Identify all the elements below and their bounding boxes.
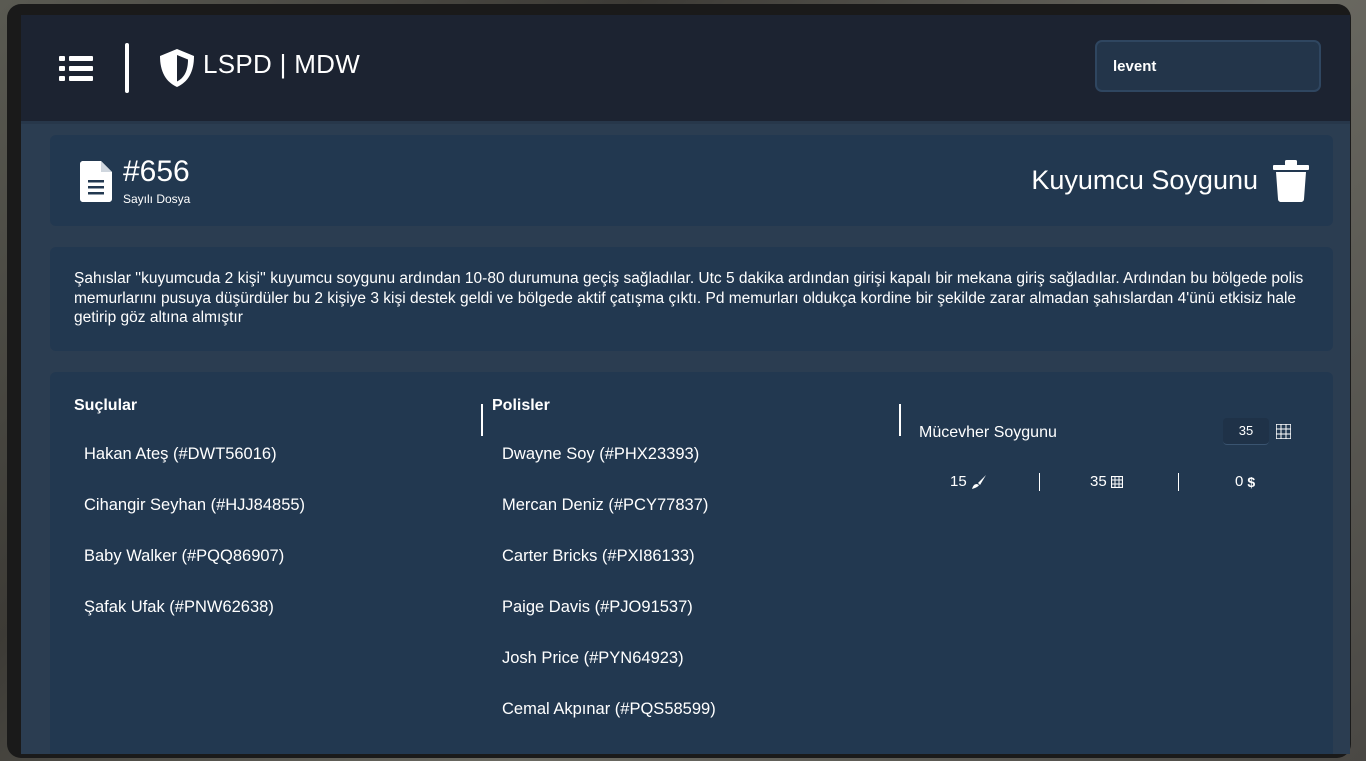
description-card: Şahıslar ''kuyumcuda 2 kişi'' kuyumcu so…: [50, 247, 1333, 351]
dollar-icon: $: [1247, 473, 1256, 490]
menu-list-icon[interactable]: [59, 53, 97, 83]
top-bar: LSPD | MDW: [21, 15, 1350, 124]
stat-fine: 0 $: [1235, 473, 1255, 490]
crime-name: Mücevher Soygunu: [919, 424, 1057, 441]
brand-title: LSPD | MDW: [203, 49, 361, 79]
document-icon: [80, 161, 112, 202]
officer-item[interactable]: Mercan Deniz (#PCY77837): [502, 480, 716, 531]
suspect-item[interactable]: Şafak Ufak (#PNW62638): [84, 582, 305, 633]
officers-list: Dwayne Soy (#PHX23393) Mercan Deniz (#PC…: [502, 429, 716, 735]
suspect-item[interactable]: Cihangir Seyhan (#HJJ84855): [84, 480, 305, 531]
crime-quantity-input[interactable]: 35: [1223, 418, 1269, 445]
officer-item[interactable]: Carter Bricks (#PXI86133): [502, 531, 716, 582]
file-header-card: #656 Sayılı Dosya Kuyumcu Soygunu: [50, 135, 1333, 226]
file-subtitle: Sayılı Dosya: [123, 192, 191, 206]
suspects-title: Suçlular: [74, 397, 138, 414]
column-divider: [481, 404, 483, 436]
header-divider: [125, 43, 129, 93]
stat-divider: [1178, 473, 1179, 491]
officer-item[interactable]: Cemal Akpınar (#PQS58599): [502, 684, 716, 735]
file-number: #656: [123, 155, 190, 188]
brush-icon: [971, 474, 986, 489]
suspect-item[interactable]: Hakan Ateş (#DWT56016): [84, 429, 305, 480]
shield-icon: [160, 49, 194, 87]
participants-card: Suçlular Hakan Ateş (#DWT56016) Cihangir…: [50, 372, 1333, 754]
officer-item[interactable]: Paige Davis (#PJO91537): [502, 582, 716, 633]
officer-item[interactable]: Dwayne Soy (#PHX23393): [502, 429, 716, 480]
suspects-list: Hakan Ateş (#DWT56016) Cihangir Seyhan (…: [84, 429, 305, 633]
stat-divider: [1039, 473, 1040, 491]
mdw-app: LSPD | MDW #656 Sayılı Dosya Kuyumcu Soy…: [21, 15, 1350, 754]
stat-value: 35: [1090, 473, 1107, 490]
stat-value: 0: [1235, 473, 1244, 490]
officer-item[interactable]: Josh Price (#PYN64923): [502, 633, 716, 684]
stat-months: 35: [1090, 473, 1123, 490]
grid-icon: [1110, 475, 1123, 488]
column-divider: [899, 404, 901, 436]
trash-icon[interactable]: [1273, 160, 1309, 202]
grid-icon[interactable]: [1276, 424, 1291, 439]
window-frame: LSPD | MDW #656 Sayılı Dosya Kuyumcu Soy…: [7, 4, 1351, 758]
stat-value: 15: [950, 473, 967, 490]
case-description[interactable]: Şahıslar ''kuyumcuda 2 kişi'' kuyumcu so…: [74, 269, 1304, 328]
search-input[interactable]: [1095, 40, 1321, 92]
suspect-item[interactable]: Baby Walker (#PQQ86907): [84, 531, 305, 582]
case-title[interactable]: Kuyumcu Soygunu: [1031, 165, 1258, 196]
stat-jail-time: 15: [950, 473, 987, 490]
officers-title: Polisler: [492, 397, 550, 414]
